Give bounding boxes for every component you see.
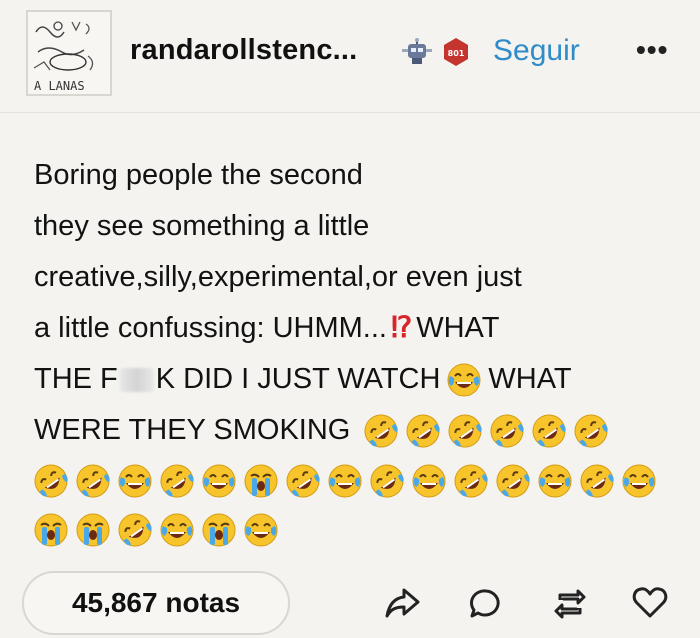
rofl-emoji-icon [285, 463, 321, 499]
sob-emoji-icon [201, 512, 237, 548]
censor-blur [119, 367, 154, 392]
more-options-icon[interactable]: ••• [636, 34, 668, 66]
share-icon[interactable] [384, 586, 422, 625]
joy-emoji-icon [621, 463, 657, 499]
rofl-emoji-icon [447, 413, 483, 449]
joy-emoji-icon [446, 362, 482, 398]
rofl-emoji-icon [579, 463, 615, 499]
text-line: THE F K DID I JUST WATCH WHAT [34, 354, 684, 405]
robot-badge-icon [400, 38, 434, 73]
line4-end: WHAT [416, 312, 500, 344]
follow-button[interactable]: Seguir [493, 34, 580, 68]
interrobang-icon: ⁉ [390, 312, 413, 344]
rofl-emoji-icon [573, 413, 609, 449]
sob-emoji-icon [75, 512, 111, 548]
rofl-emoji-icon [75, 463, 111, 499]
rofl-emoji-icon [159, 463, 195, 499]
emoji-row [30, 456, 684, 505]
line6-text: WERE THEY SMOKING [34, 414, 351, 446]
emoji-group [360, 413, 612, 449]
sob-emoji-icon [33, 512, 69, 548]
joy-emoji-icon [159, 512, 195, 548]
sob-emoji-icon [243, 463, 279, 499]
rofl-emoji-icon [495, 463, 531, 499]
counter-badge-icon: 801 [441, 37, 471, 72]
joy-emoji-icon [411, 463, 447, 499]
notes-count-button[interactable]: 45,867 notas [22, 571, 290, 635]
post-body: Boring people the second they see someth… [34, 150, 684, 554]
badge-number: 801 [448, 49, 465, 58]
reblog-icon[interactable] [552, 586, 588, 627]
line5-part-c: WHAT [488, 363, 572, 395]
rofl-emoji-icon [369, 463, 405, 499]
rofl-emoji-icon [117, 512, 153, 548]
joy-emoji-icon [117, 463, 153, 499]
joy-emoji-icon [327, 463, 363, 499]
username[interactable]: randarollstenc... [130, 34, 357, 67]
text-line: creative,silly,experimental,or even just [34, 261, 522, 293]
text-line: WERE THEY SMOKING [34, 405, 684, 456]
joy-emoji-icon [201, 463, 237, 499]
text-line: they see something a little [34, 210, 370, 242]
like-icon[interactable] [632, 586, 668, 625]
svg-text:A LANAS: A LANAS [34, 79, 85, 93]
line5-part-b: K DID I JUST WATCH [155, 363, 441, 395]
rofl-emoji-icon [453, 463, 489, 499]
post-header: A LANAS randarollstenc... 801 Seguir ••• [0, 0, 700, 113]
joy-emoji-icon [537, 463, 573, 499]
rofl-emoji-icon [33, 463, 69, 499]
text-line: a little confussing: UHMM... ⁉ WHAT [34, 303, 684, 354]
line4-text: a little confussing: UHMM... [34, 312, 387, 344]
rofl-emoji-icon [489, 413, 525, 449]
reply-icon[interactable] [468, 586, 504, 627]
emoji-row [30, 505, 684, 554]
avatar[interactable]: A LANAS [26, 10, 112, 96]
rofl-emoji-icon [363, 413, 399, 449]
text-line: Boring people the second [34, 159, 363, 191]
line5-part-a: THE F [34, 363, 118, 395]
rofl-emoji-icon [405, 413, 441, 449]
rofl-emoji-icon [531, 413, 567, 449]
joy-emoji-icon [243, 512, 279, 548]
